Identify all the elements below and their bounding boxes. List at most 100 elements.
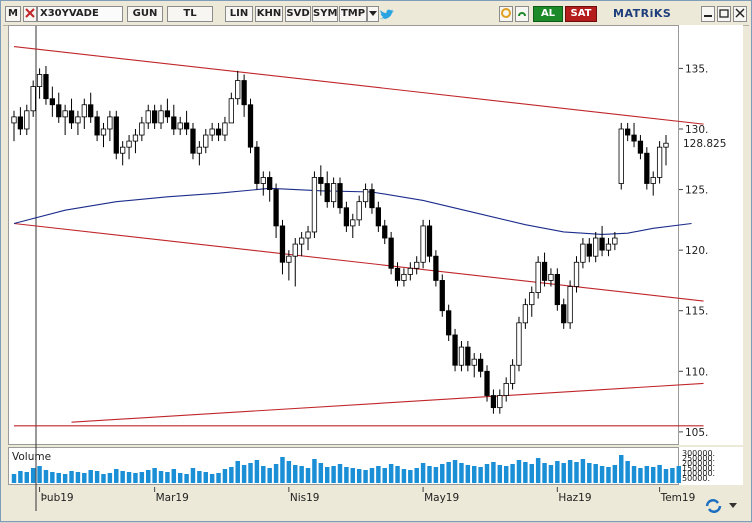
volume-bar <box>625 461 630 483</box>
candle <box>94 110 100 142</box>
candle <box>465 341 471 372</box>
volume-bar <box>229 467 234 483</box>
candle-body <box>183 122 190 130</box>
candle <box>56 92 62 123</box>
candle-body <box>522 304 529 324</box>
candle-body <box>107 116 113 130</box>
candle <box>490 389 497 414</box>
candle-body <box>650 177 656 184</box>
volume-bar <box>599 466 605 483</box>
volume-label: Volume <box>12 451 51 463</box>
candle-body <box>567 286 573 324</box>
candle-body <box>612 237 618 245</box>
volume-bar <box>293 465 298 483</box>
volume-bar <box>382 468 387 483</box>
volume-bar <box>555 461 560 483</box>
candle-body <box>663 142 669 148</box>
last-price-label: 128.825 <box>683 138 726 150</box>
volume-bar <box>101 474 106 483</box>
volume-bar <box>11 474 17 483</box>
candle <box>260 171 266 196</box>
candle-body <box>164 110 171 118</box>
candle <box>439 274 445 317</box>
candle <box>350 213 356 239</box>
time-tick-label: Þub19 <box>41 492 74 504</box>
volume-bar <box>612 465 618 483</box>
candle <box>36 68 43 99</box>
candle-body <box>311 177 318 233</box>
candle-body <box>222 122 228 136</box>
candle <box>644 147 650 190</box>
candle-body <box>529 292 535 306</box>
volume-bar <box>638 468 643 483</box>
candle-body <box>43 74 49 100</box>
volume-bar <box>587 463 592 483</box>
candle-body <box>509 364 516 384</box>
price-tick-label: 105. <box>685 427 708 439</box>
candle <box>458 341 465 372</box>
candle-body <box>228 98 234 124</box>
volume-bar <box>408 470 413 483</box>
candle-body <box>62 110 68 118</box>
volume-bar <box>286 461 292 483</box>
candle <box>209 122 215 142</box>
candle-body <box>177 122 183 130</box>
volume-bar <box>331 466 336 483</box>
candle <box>190 122 196 160</box>
candle-body <box>279 225 286 263</box>
volume-bar <box>644 466 650 483</box>
volume-bar <box>663 469 669 483</box>
candle <box>637 135 644 160</box>
volume-bar <box>619 455 624 483</box>
volume-bar <box>75 472 81 483</box>
candle-body <box>548 273 554 281</box>
volume-bar <box>165 472 170 483</box>
candle-body <box>305 231 311 239</box>
candle-body <box>267 177 273 190</box>
candle-body <box>254 146 260 184</box>
candle <box>650 171 656 196</box>
volume-bar <box>114 469 119 483</box>
candle <box>267 171 273 202</box>
candle-body <box>369 189 375 209</box>
volume-bar <box>107 473 113 483</box>
candle <box>132 128 139 154</box>
candle-body <box>407 267 413 275</box>
candle <box>145 104 151 129</box>
candle <box>612 231 618 251</box>
candle-body <box>490 395 497 409</box>
candle-body <box>644 152 650 184</box>
candle <box>126 135 132 160</box>
candle <box>100 122 107 148</box>
candle-body <box>516 322 522 366</box>
candle <box>235 70 241 105</box>
candle <box>471 353 477 378</box>
candle <box>337 177 343 214</box>
candle-body <box>299 237 305 245</box>
candle-body <box>158 110 164 124</box>
candle-body <box>75 116 81 124</box>
volume-bar <box>369 468 375 483</box>
candle <box>88 92 94 123</box>
candle-body <box>126 140 132 148</box>
candle-body <box>209 128 215 136</box>
trendline-upper <box>13 46 704 125</box>
candle-body <box>426 225 433 257</box>
candle <box>433 250 439 287</box>
volume-bar <box>209 474 215 483</box>
candle-body <box>350 219 356 227</box>
candle <box>477 353 484 378</box>
volume-bar <box>356 469 362 483</box>
candle-body <box>11 116 17 124</box>
candle-body <box>24 110 30 130</box>
candle <box>11 110 17 142</box>
candle <box>68 98 75 129</box>
candle-body <box>81 104 87 118</box>
candle-body <box>337 183 343 209</box>
candle <box>228 92 234 124</box>
settings-corner[interactable] <box>701 495 745 517</box>
volume-bar <box>216 473 221 483</box>
volume-bar <box>523 462 528 483</box>
volume-bar <box>631 466 637 483</box>
volume-bar <box>606 467 611 483</box>
